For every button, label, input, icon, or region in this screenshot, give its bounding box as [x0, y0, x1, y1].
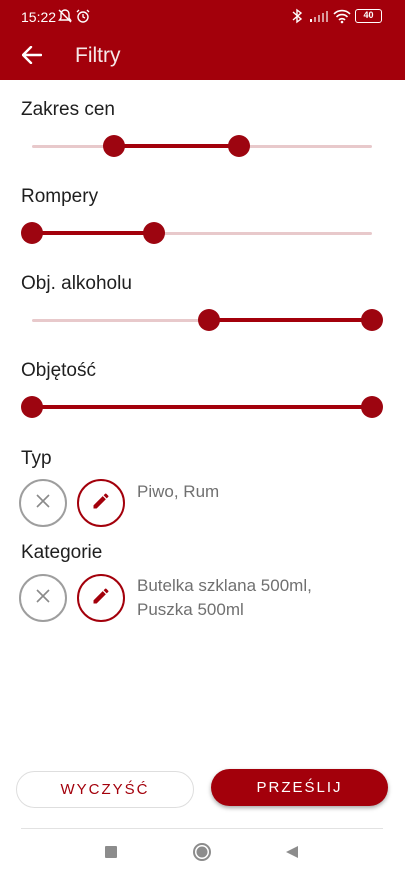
category-label: Kategorie	[21, 542, 103, 563]
rompery-label: Rompery	[21, 186, 99, 207]
app-bar: Filtry	[0, 34, 405, 80]
pencil-icon	[91, 491, 111, 516]
price-range-slider[interactable]	[21, 131, 383, 161]
system-back-button[interactable]	[278, 840, 306, 868]
category-value-line: Puszka 500ml	[137, 600, 244, 619]
home-button[interactable]	[188, 840, 216, 868]
volume-label: Objętość	[21, 360, 96, 381]
nav-divider	[21, 828, 383, 829]
battery-icon: 40	[355, 9, 382, 23]
home-circle-icon	[192, 842, 212, 867]
slider-selected-range	[113, 144, 240, 148]
back-triangle-icon	[285, 845, 299, 864]
category-value-line: Butelka szklana 500ml,	[137, 576, 312, 595]
volume-slider[interactable]	[21, 392, 383, 422]
back-button[interactable]	[14, 39, 50, 75]
alcohol-slider[interactable]	[21, 305, 383, 335]
signal-icon	[309, 8, 329, 29]
status-time: 15:22	[21, 9, 57, 25]
category-value: Butelka szklana 500ml, Puszka 500ml	[137, 574, 377, 622]
type-clear-button[interactable]	[19, 479, 67, 527]
type-label: Typ	[21, 448, 52, 469]
slider-thumb-max[interactable]	[143, 222, 166, 244]
submit-filters-button[interactable]: PRZEŚLIJ	[211, 769, 388, 806]
rompery-slider[interactable]	[21, 218, 383, 248]
bluetooth-icon	[290, 8, 304, 29]
recents-button[interactable]	[97, 840, 125, 868]
type-value: Piwo, Rum	[137, 480, 377, 504]
slider-selected-range	[208, 318, 372, 322]
clear-filters-button[interactable]: WYCZYŚĆ	[16, 771, 194, 808]
arrow-left-icon	[21, 45, 43, 69]
status-bar: 15:22 40	[0, 0, 405, 34]
slider-thumb-min[interactable]	[102, 135, 125, 157]
close-icon	[35, 588, 51, 609]
type-edit-button[interactable]	[77, 479, 125, 527]
alcohol-label: Obj. alkoholu	[21, 273, 132, 294]
price-range-label: Zakres cen	[21, 99, 115, 120]
close-icon	[35, 493, 51, 514]
slider-thumb-min[interactable]	[197, 309, 220, 331]
pencil-icon	[91, 586, 111, 611]
slider-thumb-max[interactable]	[361, 309, 383, 331]
alarm-icon	[75, 8, 91, 29]
mute-bell-icon	[57, 8, 73, 29]
page-title: Filtry	[75, 44, 121, 67]
category-clear-button[interactable]	[19, 574, 67, 622]
wifi-icon	[333, 8, 351, 29]
slider-thumb-max[interactable]	[228, 135, 251, 157]
slider-thumb-max[interactable]	[361, 396, 383, 418]
recents-square-icon	[104, 845, 118, 864]
slider-selected-range	[32, 231, 155, 235]
slider-selected-range	[32, 405, 372, 409]
slider-thumb-min[interactable]	[21, 396, 43, 418]
slider-thumb-min[interactable]	[21, 222, 43, 244]
type-value-text: Piwo, Rum	[137, 482, 220, 501]
category-edit-button[interactable]	[77, 574, 125, 622]
